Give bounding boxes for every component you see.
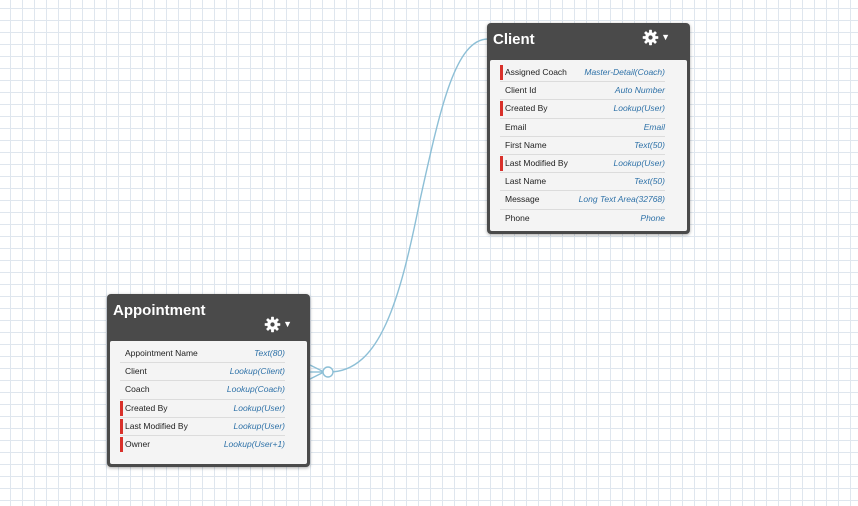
field-type: Text(50) bbox=[634, 139, 665, 150]
client-settings-button[interactable]: ▼ bbox=[642, 29, 670, 46]
appointment-field-list: Appointment Name Text(80) Client Lookup(Cli… bbox=[120, 345, 285, 453]
required-field-marker bbox=[120, 436, 123, 452]
appointment-entity-card[interactable]: Appointment ▼ Appointment Name Text(80) … bbox=[107, 294, 310, 467]
field-row[interactable]: Created By Lookup(User) bbox=[500, 100, 666, 119]
field-row[interactable]: Last Name Text(50) bbox=[500, 173, 665, 192]
field-name: Coach bbox=[125, 384, 150, 395]
chevron-down-icon: ▼ bbox=[283, 318, 292, 329]
field-name: Last Name bbox=[505, 176, 547, 187]
gear-icon bbox=[642, 29, 659, 46]
field-row[interactable]: Email Email bbox=[500, 119, 665, 137]
field-row[interactable]: Assigned Coach Master-Detail(Coach) bbox=[500, 64, 665, 83]
field-type: Lookup(User) bbox=[233, 402, 286, 413]
field-type: Auto Number bbox=[614, 85, 665, 96]
field-name: Appointment Name bbox=[125, 348, 198, 358]
field-name: Created By bbox=[125, 402, 168, 413]
client-field-list: Assigned Coach Master-Detail(Coach) Client… bbox=[500, 64, 665, 227]
field-name: Created By bbox=[505, 103, 548, 114]
chevron-down-icon: ▼ bbox=[661, 31, 670, 42]
required-field-marker bbox=[500, 155, 503, 171]
field-type: Email bbox=[643, 121, 665, 132]
field-type: Text(80) bbox=[254, 348, 285, 358]
field-row[interactable]: Client Id Auto Number bbox=[500, 82, 665, 101]
required-field-marker bbox=[120, 400, 123, 416]
appointment-settings-button[interactable]: ▼ bbox=[264, 316, 292, 333]
field-row[interactable]: Last Modified By Lookup(User) bbox=[120, 418, 285, 436]
field-row[interactable]: Phone Phone bbox=[500, 210, 665, 227]
client-entity-header[interactable]: Client ▼ bbox=[487, 23, 690, 59]
field-name: Message bbox=[505, 194, 540, 205]
field-row[interactable]: Client Lookup(Client) bbox=[120, 363, 285, 382]
appointment-field-panel: Appointment Name Text(80) Client Lookup(Cli… bbox=[110, 341, 307, 464]
field-row[interactable]: Last Modified By Lookup(User) bbox=[500, 155, 666, 174]
field-row[interactable]: Appointment Name Text(80) bbox=[120, 345, 285, 364]
field-type: Lookup(User+1) bbox=[223, 438, 285, 449]
gear-icon bbox=[264, 316, 281, 333]
field-name: Assigned Coach bbox=[505, 67, 567, 77]
field-type: Text(50) bbox=[634, 176, 665, 187]
field-name: Email bbox=[505, 121, 527, 132]
client-entity-card[interactable]: Client ▼ Assigned Coach Master-Detail(Co… bbox=[487, 23, 690, 234]
field-type: Long Text Area(32768) bbox=[578, 194, 665, 205]
appointment-entity-header[interactable]: Appointment ▼ bbox=[107, 294, 310, 333]
field-type: Master-Detail(Coach) bbox=[584, 67, 665, 77]
field-row[interactable]: First Name Text(50) bbox=[500, 137, 665, 155]
field-name: First Name bbox=[505, 139, 547, 150]
appointment-entity-title: Appointment bbox=[113, 302, 206, 319]
field-name: Last Modified By bbox=[125, 420, 188, 431]
field-name: Last Modified By bbox=[505, 157, 568, 168]
client-entity-title: Client bbox=[493, 31, 535, 48]
field-row[interactable]: Owner Lookup(User+1) bbox=[120, 436, 285, 453]
field-type: Phone bbox=[640, 212, 665, 223]
required-field-marker bbox=[500, 65, 503, 80]
required-field-marker bbox=[500, 101, 503, 117]
field-name: Client Id bbox=[505, 85, 537, 96]
field-row[interactable]: Coach Lookup(Coach) bbox=[120, 381, 285, 400]
field-name: Phone bbox=[505, 212, 530, 223]
field-row[interactable]: Message Long Text Area(32768) bbox=[500, 191, 665, 210]
field-name: Owner bbox=[125, 438, 151, 449]
client-field-panel: Assigned Coach Master-Detail(Coach) Client… bbox=[490, 60, 687, 231]
field-type: Lookup(User) bbox=[233, 420, 286, 431]
field-type: Lookup(User) bbox=[613, 103, 666, 114]
field-type: Lookup(User) bbox=[613, 157, 666, 168]
required-field-marker bbox=[120, 418, 123, 434]
field-name: Client bbox=[125, 366, 147, 377]
field-type: Lookup(Client) bbox=[229, 366, 285, 377]
field-type: Lookup(Coach) bbox=[226, 384, 285, 395]
field-row[interactable]: Created By Lookup(User) bbox=[120, 400, 285, 418]
